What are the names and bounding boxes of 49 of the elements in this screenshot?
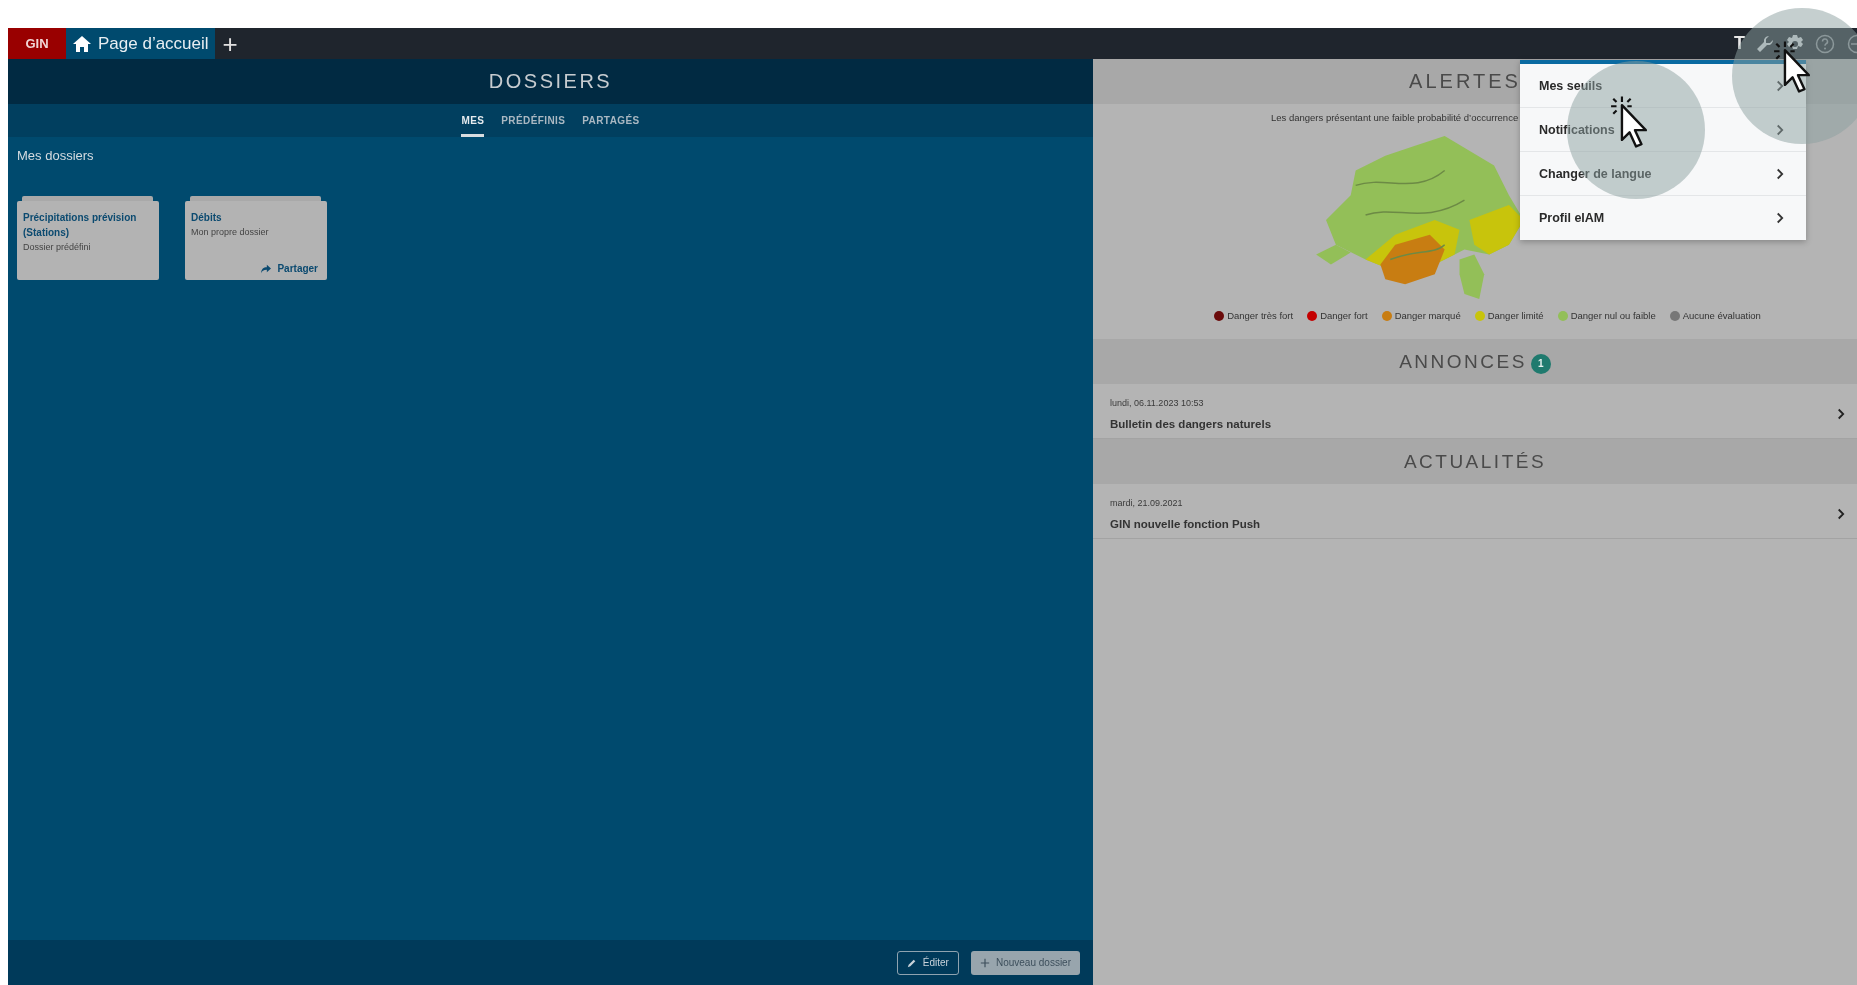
legend-label: Danger nul ou faible — [1570, 310, 1656, 321]
card-title: Débits — [191, 211, 223, 225]
chevron-icon — [1836, 507, 1845, 520]
section-heading: ANNONCES — [1399, 350, 1527, 373]
legend-label: Danger très fort — [1227, 310, 1294, 321]
folder-tab[interactable]: PRÉDÉFINIS — [501, 104, 566, 137]
legend-label: Danger fort — [1320, 310, 1368, 321]
home-icon — [72, 34, 92, 53]
panel-title: DOSSIERS — [488, 70, 613, 93]
section-heading: ACTUALITÉS — [1403, 450, 1547, 473]
pencil-icon — [906, 957, 917, 968]
section-title: Mes dossiers — [17, 148, 95, 163]
chevron-icon — [1775, 212, 1784, 224]
folder-card[interactable]: Débits Mon propre dossier Partager — [185, 201, 327, 280]
card-subtitle: Mon propre dossier — [191, 226, 270, 239]
share-link[interactable]: Partager — [260, 263, 318, 274]
menu-item[interactable]: Profil elAM — [1520, 196, 1806, 240]
wrench-icon[interactable] — [1755, 33, 1775, 54]
map-note: Les dangers présentant une faible probabilité d’occurrence — [1270, 112, 1520, 125]
legend-label: Danger marqué — [1394, 310, 1461, 321]
news-title: Bulletin des dangers naturels — [1110, 417, 1273, 430]
news-date: mardi, 21.09.2021 — [1110, 497, 1184, 508]
news-title: GIN nouvelle fonction Push — [1110, 517, 1262, 530]
folder-tab[interactable]: PARTAGÉS — [582, 104, 640, 137]
card-subtitle: Dossier prédéfini — [23, 241, 92, 254]
folder-tab[interactable]: MES — [461, 104, 485, 137]
share-icon — [260, 263, 273, 274]
chevron-icon — [1775, 123, 1784, 136]
folder-card[interactable]: Précipitations prévision (Stations) Dossier prédéfini — [17, 201, 159, 280]
chevron-icon — [1836, 407, 1845, 420]
legend-label: Danger limité — [1487, 310, 1544, 321]
help-icon[interactable] — [1815, 33, 1835, 54]
add-tab-button[interactable]: + — [214, 28, 246, 59]
new-folder-button[interactable]: Nouveau dossier — [970, 950, 1080, 975]
count-badge: 1 — [1530, 353, 1551, 374]
legend-label: Aucune évaluation — [1682, 310, 1761, 321]
logo[interactable]: GIN — [8, 28, 66, 59]
news-item[interactable]: mardi, 21.09.2021 GIN nouvelle fonction Push — [1093, 484, 1857, 539]
text-size-button[interactable]: T — [1734, 33, 1745, 54]
edit-button[interactable]: Éditer — [896, 950, 959, 975]
card-title: Précipitations prévision (Stations) — [23, 211, 138, 240]
panel-title: ALERTES — [1409, 70, 1521, 93]
news-date: lundi, 06.11.2023 10:53 — [1110, 397, 1205, 408]
menu-item[interactable]: Changer de langue — [1520, 152, 1806, 196]
plus-icon — [979, 957, 990, 968]
logout-icon[interactable] — [1845, 33, 1857, 54]
home-tab[interactable]: Page d’accueil — [66, 28, 215, 59]
chevron-icon — [1775, 79, 1784, 92]
chevron-icon — [1775, 167, 1784, 180]
